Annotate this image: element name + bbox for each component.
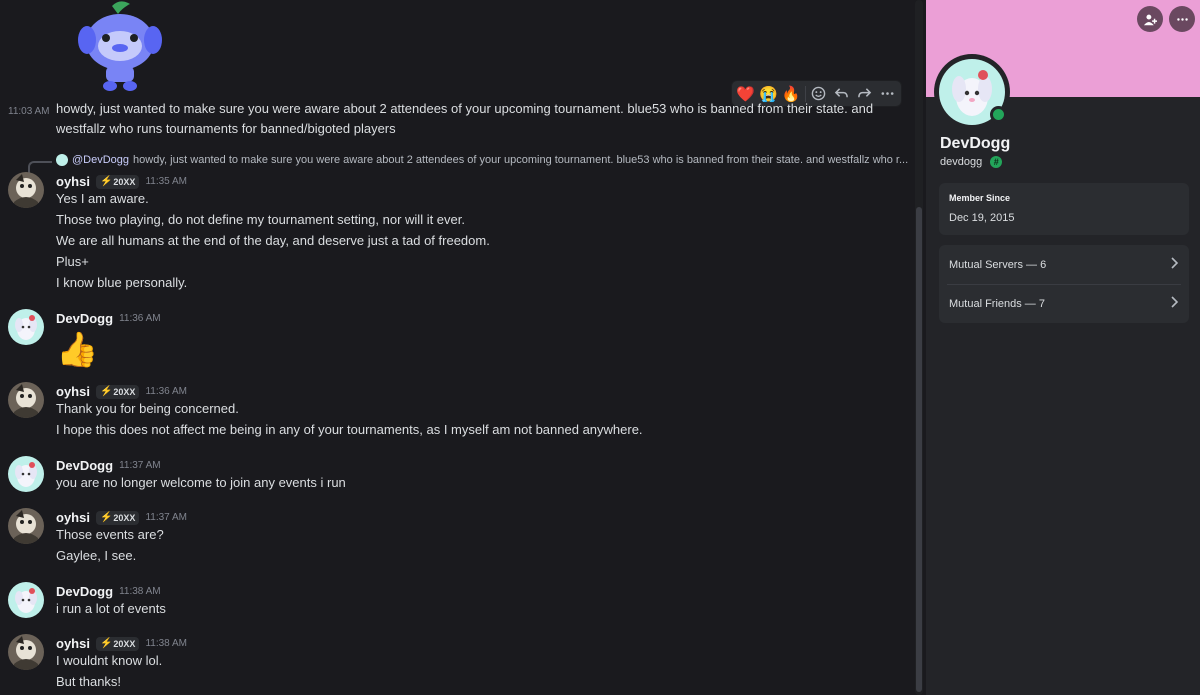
mutual-servers-label: Mutual Servers — 6: [949, 258, 1047, 271]
clan-tag-label: 20XX: [113, 386, 136, 397]
clan-tag-label: 20XX: [113, 176, 136, 187]
username[interactable]: DevDogg: [56, 311, 113, 326]
chat-panel: ❤️ 😭 🔥 11:03 AM howdy, just wanted to ma…: [0, 0, 926, 695]
message-line: Gaylee, I see.: [56, 548, 137, 563]
avatar-oyhsi[interactable]: [8, 172, 44, 208]
message-line: I know blue personally.: [56, 275, 188, 290]
clan-tag-label: 20XX: [113, 512, 136, 523]
reply-connector: [28, 161, 52, 173]
message-time: 11:36 AM: [145, 386, 187, 397]
message-header: DevDogg 11:38 AM: [56, 584, 161, 599]
message-header: oyhsi ⚡ 20XX 11:38 AM: [56, 636, 187, 651]
mutual-friends-label: Mutual Friends — 7: [949, 297, 1045, 310]
message-line: Plus+: [56, 254, 89, 269]
clan-tag[interactable]: ⚡ 20XX: [95, 384, 140, 399]
message-line: you are no longer welcome to join any ev…: [56, 475, 346, 490]
member-since-date: Dec 19, 2015: [949, 212, 1015, 224]
message-line: Those two playing, do not define my tour…: [56, 212, 465, 227]
message-time: 11:38 AM: [119, 586, 161, 597]
mutual-servers-button[interactable]: Mutual Servers — 6: [939, 245, 1189, 284]
message-header: oyhsi ⚡ 20XX 11:36 AM: [56, 384, 187, 399]
reply-avatar: [56, 154, 68, 166]
mutuals-card: Mutual Servers — 6 Mutual Friends — 7: [939, 245, 1189, 323]
clan-tag[interactable]: ⚡ 20XX: [95, 636, 140, 651]
bolt-icon: ⚡: [99, 386, 113, 397]
clan-tag[interactable]: ⚡ 20XX: [95, 174, 140, 189]
avatar-oyhsi[interactable]: [8, 382, 44, 418]
scrollbar-thumb[interactable]: [916, 207, 922, 692]
wumpus-sticker: [78, 1, 162, 91]
bolt-icon: ⚡: [99, 176, 113, 187]
clan-tag-label: 20XX: [113, 638, 136, 649]
message-time: 11:37 AM: [145, 512, 187, 523]
chevron-right-icon: [1169, 256, 1179, 274]
profile-panel: DevDogg devdogg # Member Since Dec 19, 2…: [926, 0, 1200, 695]
message-time: 11:37 AM: [119, 460, 161, 471]
online-status-indicator: [990, 106, 1007, 123]
message-line: We are all humans at the end of the day,…: [56, 233, 490, 248]
bolt-icon: ⚡: [99, 638, 113, 649]
hashtag-badge-icon[interactable]: #: [990, 156, 1003, 168]
profile-display-name: DevDogg: [940, 135, 1011, 152]
avatar-devdogg[interactable]: [8, 582, 44, 618]
username[interactable]: oyhsi: [56, 384, 90, 399]
message-time: 11:35 AM: [145, 176, 187, 187]
message-content: howdy, just wanted to make sure you were…: [56, 101, 874, 136]
more-options-icon[interactable]: [1169, 6, 1195, 32]
message-header: oyhsi ⚡ 20XX 11:35 AM: [56, 174, 187, 189]
clan-tag[interactable]: ⚡ 20XX: [95, 510, 140, 525]
username[interactable]: oyhsi: [56, 510, 90, 525]
reply-mention[interactable]: @DevDogg: [72, 154, 129, 166]
avatar-oyhsi[interactable]: [8, 508, 44, 544]
message-line: But thanks!: [56, 674, 122, 689]
chevron-right-icon: [1169, 295, 1179, 313]
app-window: ❤️ 😭 🔥 11:03 AM howdy, just wanted to ma…: [0, 0, 1200, 695]
reply-preview[interactable]: @DevDogg howdy, just wanted to make sure…: [56, 154, 908, 166]
thumbs-up-emoji: 👍: [56, 331, 99, 369]
member-since-label: Member Since: [949, 193, 1011, 203]
avatar-devdogg[interactable]: [8, 456, 44, 492]
reply-preview-text: howdy, just wanted to make sure you were…: [133, 154, 909, 166]
add-friend-icon[interactable]: [1137, 6, 1163, 32]
message-line: I hope this does not affect me being in …: [56, 422, 643, 437]
username[interactable]: oyhsi: [56, 636, 90, 651]
username[interactable]: DevDogg: [56, 458, 113, 473]
message-header: DevDogg 11:37 AM: [56, 458, 161, 473]
message-header: DevDogg 11:36 AM: [56, 311, 161, 326]
member-since-card: Member Since Dec 19, 2015: [939, 183, 1189, 235]
message-header: oyhsi ⚡ 20XX 11:37 AM: [56, 510, 187, 525]
avatar-devdogg[interactable]: [8, 309, 44, 345]
message-line: I wouldnt know lol.: [56, 653, 163, 668]
profile-username: devdogg: [940, 156, 983, 168]
avatar-oyhsi[interactable]: [8, 634, 44, 670]
message-time: 11:36 AM: [119, 313, 161, 324]
profile-username-row: devdogg #: [940, 156, 1003, 168]
message-line: Yes I am aware.: [56, 191, 149, 206]
message-timestamp: 11:03 AM: [8, 106, 50, 117]
mutual-friends-button[interactable]: Mutual Friends — 7: [939, 284, 1189, 323]
message-line: i run a lot of events: [56, 601, 166, 616]
username[interactable]: oyhsi: [56, 174, 90, 189]
message-line: Those events are?: [56, 527, 164, 542]
username[interactable]: DevDogg: [56, 584, 113, 599]
bolt-icon: ⚡: [99, 512, 113, 523]
message-time: 11:38 AM: [145, 638, 187, 649]
message-line: Thank you for being concerned.: [56, 401, 239, 416]
